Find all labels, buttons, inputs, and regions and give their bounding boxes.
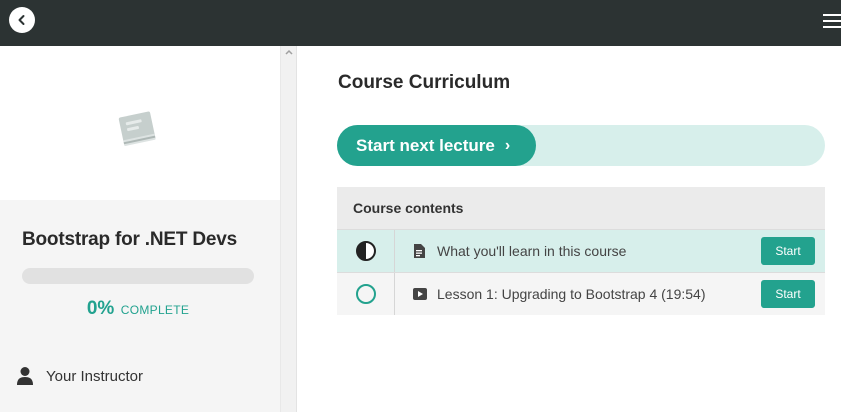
start-button[interactable]: Start [761, 237, 815, 265]
progress-label: COMPLETE [120, 303, 190, 317]
start-next-lecture-label: Start next lecture [356, 135, 495, 155]
section-title: Course Curriculum [338, 72, 511, 93]
lesson-row[interactable]: What you'll learn in this course Start [337, 229, 825, 272]
next-lecture-track: Start next lecture › [337, 125, 825, 166]
document-icon [413, 244, 427, 258]
instructor-link[interactable]: Your Instructor [16, 366, 143, 386]
chevron-right-icon: › [504, 136, 511, 154]
top-bar [0, 0, 841, 46]
user-icon [17, 367, 33, 385]
lesson-status [337, 230, 395, 272]
instructor-label: Your Instructor [46, 367, 143, 385]
back-button[interactable] [9, 7, 35, 33]
progress-bar [22, 268, 254, 284]
lesson-title: What you'll learn in this course [437, 243, 627, 259]
progress-percent: 0% [86, 298, 115, 319]
start-next-lecture-button[interactable]: Start next lecture › [337, 125, 536, 166]
scroll-up-arrow-icon[interactable] [284, 48, 294, 56]
course-contents-header: Course contents [337, 187, 825, 229]
course-title: Bootstrap for .NET Devs [22, 229, 237, 250]
empty-circle-icon [355, 284, 376, 304]
course-image [0, 46, 280, 200]
main-content: Course Curriculum Start next lecture › C… [297, 46, 841, 412]
progress-text: 0% COMPLETE [22, 298, 254, 320]
book-icon [118, 111, 156, 147]
chevron-left-icon [18, 15, 25, 25]
start-button[interactable]: Start [761, 280, 815, 308]
lesson-status [337, 273, 395, 315]
course-contents: Course contents What you'll learn in thi… [337, 187, 825, 315]
half-circle-icon [355, 241, 376, 261]
sidebar-scrollbar[interactable] [280, 46, 297, 412]
sidebar: Bootstrap for .NET Devs 0% COMPLETE Your… [0, 46, 280, 412]
video-icon [413, 287, 427, 301]
hamburger-menu-icon[interactable] [823, 14, 841, 28]
lesson-row[interactable]: Lesson 1: Upgrading to Bootstrap 4 (19:5… [337, 272, 825, 315]
lesson-title: Lesson 1: Upgrading to Bootstrap 4 (19:5… [437, 286, 706, 302]
